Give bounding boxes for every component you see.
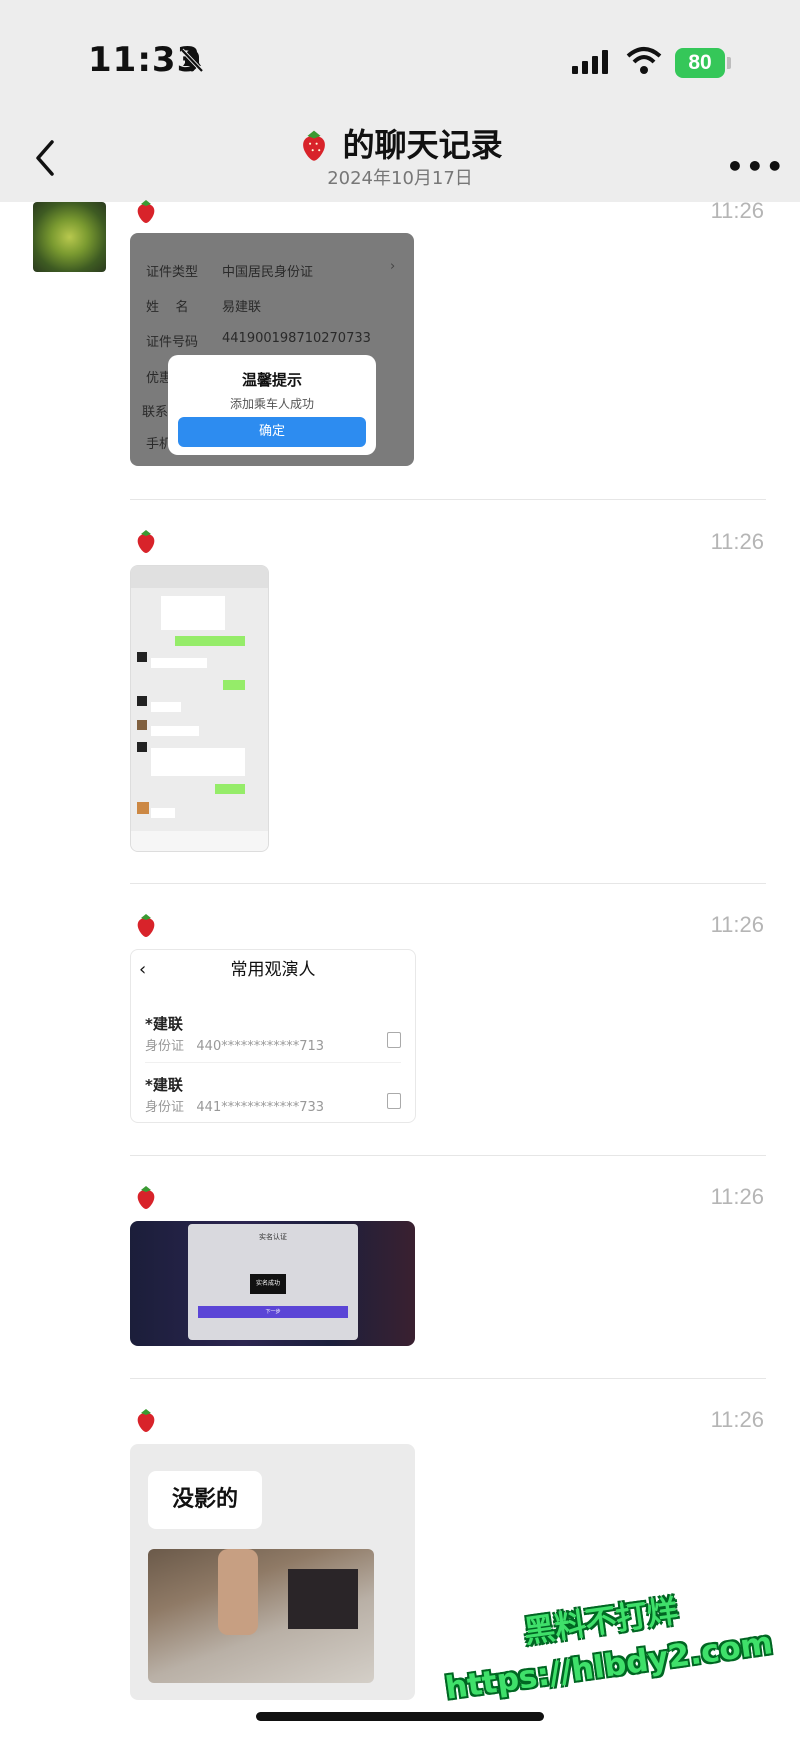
strawberry-icon	[137, 1186, 155, 1209]
bubble	[151, 748, 245, 776]
bubble	[223, 680, 245, 690]
avatar	[137, 742, 147, 752]
message-image-real-name-verify[interactable]: 实名认证 实名成功 下一步	[130, 1221, 415, 1346]
form-value: 中国居民身份证	[222, 265, 314, 280]
person-name: *建联	[145, 1076, 183, 1094]
battery-level: 80	[688, 51, 712, 74]
strawberry-icon	[137, 1409, 155, 1432]
dialog-title: 温馨提示	[241, 371, 302, 389]
back-chevron-icon: ‹	[139, 959, 147, 980]
next-button: 下一步	[198, 1306, 348, 1318]
message-time: 11:26	[710, 1407, 764, 1432]
dialog: 温馨提示 添加乘车人成功 确定	[168, 355, 376, 455]
person-name: *建联	[145, 1015, 183, 1033]
confirm-button: 确定	[178, 417, 366, 447]
divider	[130, 499, 766, 500]
trash-icon	[387, 1093, 401, 1109]
message-image-audience-list[interactable]: ‹ 常用观演人 *建联 身份证 440************713 *建联 身…	[130, 949, 416, 1123]
message-image-chat-screenshot[interactable]	[130, 565, 269, 852]
divider	[130, 1155, 766, 1156]
avatar	[137, 802, 149, 814]
chat-title: 的聊天记录	[0, 120, 800, 166]
bubble	[151, 658, 207, 668]
message-time: 11:26	[710, 198, 764, 223]
bubble	[151, 808, 175, 818]
form-label: 证件类型	[146, 265, 199, 280]
trash-icon	[387, 1032, 401, 1048]
chat-date: 2024年10月17日	[327, 168, 473, 189]
nav-bar: 的聊天记录 2024年10月17日 •••	[0, 110, 800, 202]
input-bar	[131, 831, 268, 851]
divider	[145, 1062, 401, 1063]
person-id: 身份证 441************733	[145, 1100, 325, 1115]
wifi-icon	[626, 47, 662, 74]
divider	[130, 1378, 766, 1379]
photo-detail	[218, 1549, 258, 1635]
divider	[130, 883, 766, 884]
card-title: 常用观演人	[230, 960, 316, 980]
strawberry-icon	[137, 530, 155, 553]
person-id: 身份证 440************713	[145, 1039, 325, 1054]
bubble	[151, 702, 181, 712]
dialog-text: 添加乘车人成功	[229, 397, 314, 411]
bubble	[175, 636, 245, 646]
message-time: 11:26	[710, 912, 764, 937]
more-icon[interactable]: •••	[726, 150, 786, 183]
text-bubble: 没影的	[148, 1471, 262, 1529]
strawberry-icon	[303, 130, 326, 161]
screenshot-header	[131, 566, 268, 588]
avatar	[137, 696, 147, 706]
form-label: 证件号码	[146, 335, 199, 350]
signal-icon	[572, 50, 608, 74]
battery-tip	[727, 57, 731, 69]
message-time: 11:26	[710, 529, 764, 554]
photo-detail	[288, 1569, 358, 1629]
form-value: 441900198710270733	[222, 331, 371, 346]
bell-muted-icon	[180, 48, 204, 73]
message-image-passenger-form[interactable]: 证件类型 中国居民身份证 › 姓 名 易建联 证件号码 441900198710…	[130, 233, 414, 466]
strawberry-icon	[137, 914, 155, 937]
avatar	[137, 720, 147, 730]
form-value: 易建联	[222, 300, 262, 315]
battery-indicator: 80	[675, 48, 725, 78]
message-forwarded-chat[interactable]: 没影的	[130, 1444, 415, 1700]
message-time: 11:26	[710, 1184, 764, 1209]
bubble	[215, 784, 245, 794]
avatar[interactable]	[33, 202, 106, 272]
form-label: 姓 名	[146, 300, 189, 315]
status-bar: 11:33 80	[0, 0, 800, 110]
chat-title-text: 的聊天记录	[342, 126, 503, 164]
form-row: 证件号码 441900198710270733	[130, 323, 414, 357]
toast: 实名成功	[250, 1274, 286, 1294]
bubble	[161, 596, 225, 630]
verify-title: 实名认证	[259, 1233, 287, 1241]
photo-thumbnail	[148, 1549, 374, 1683]
verify-dialog: 实名认证 实名成功 下一步	[188, 1224, 358, 1340]
card-header: ‹ 常用观演人	[131, 950, 415, 990]
home-indicator	[256, 1712, 544, 1721]
avatar	[137, 652, 147, 662]
form-row: 证件类型 中国居民身份证 ›	[130, 253, 414, 287]
strawberry-icon	[137, 200, 155, 223]
bubble	[151, 726, 199, 736]
form-row: 姓 名 易建联	[130, 288, 414, 322]
chevron-right-icon: ›	[390, 259, 396, 274]
